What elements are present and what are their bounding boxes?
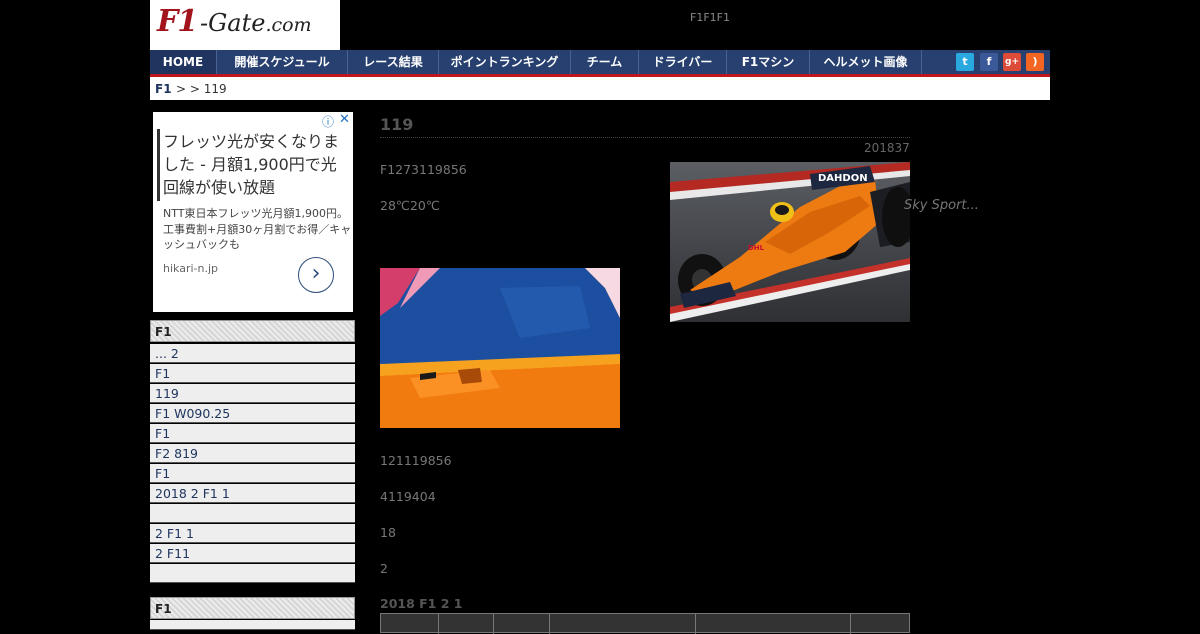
table-header-cell xyxy=(696,614,851,634)
sidebar-item[interactable]: F1 W090.25 xyxy=(150,404,355,423)
nav-point-ranking[interactable]: ポイントランキング xyxy=(439,50,571,74)
logo-gate: -Gate.com xyxy=(200,9,312,37)
car-illustration: DAHDON DHL xyxy=(670,162,910,322)
table-header-cell xyxy=(550,614,696,634)
ad-info-icon[interactable]: ⓘ xyxy=(322,113,334,130)
sidebar-item[interactable]: F1 xyxy=(150,364,355,383)
ad-domain: hikari-n.jp xyxy=(163,262,218,275)
sidebar-item[interactable]: 2 F11 xyxy=(150,544,355,563)
results-table-title: 2018 F1 2 1 xyxy=(380,596,463,611)
sidebar-heading-2: F1 xyxy=(150,597,355,619)
nav-helmet-images[interactable]: ヘルメット画像 xyxy=(810,50,922,74)
article-photo-livery[interactable] xyxy=(380,268,620,428)
sidebar-item[interactable]: ... 2 xyxy=(150,344,355,363)
article-paragraph: F1273119856 xyxy=(380,162,467,177)
sidebar-item[interactable] xyxy=(150,564,355,583)
breadcrumb-trail: > > 119 xyxy=(176,82,227,96)
main-nav: HOME 開催スケジュール レース結果 ポイントランキング チーム ドライバー … xyxy=(150,50,1050,77)
article-paragraph: 28℃20℃ xyxy=(380,198,440,213)
sidebar-item[interactable] xyxy=(150,504,355,523)
ad-accent-bar xyxy=(157,129,160,201)
nav-f1-machine[interactable]: F1マシン xyxy=(727,50,810,74)
facebook-icon[interactable]: f xyxy=(980,53,998,71)
nav-schedule[interactable]: 開催スケジュール xyxy=(217,50,348,74)
rss-icon[interactable]: ) xyxy=(1026,53,1044,71)
table-header-cell xyxy=(381,614,439,634)
car-livery-text: DHL xyxy=(748,244,765,252)
ad-banner[interactable]: フレッツ光が安くなりました - 月額1,900円で光回線が使い放題 NTT東日本… xyxy=(153,112,353,312)
nav-race-results[interactable]: レース結果 xyxy=(348,50,439,74)
table-header-cell xyxy=(439,614,494,634)
article-paragraph: 121119856 xyxy=(380,453,452,468)
breadcrumb-home-link[interactable]: F1 xyxy=(155,77,172,101)
article-title: 119 xyxy=(380,115,910,138)
photo-caption: Sky Sport... xyxy=(904,198,979,213)
site-tagline: F1F1F1 xyxy=(690,11,730,24)
ad-arrow-icon[interactable]: › xyxy=(298,257,334,293)
google-plus-icon[interactable]: g+ xyxy=(1003,53,1021,71)
results-table-header xyxy=(380,613,910,634)
sidebar-item[interactable]: F1 xyxy=(150,424,355,443)
article-paragraph: 18 xyxy=(380,525,396,540)
ad-headline[interactable]: フレッツ光が安くなりました - 月額1,900円で光回線が使い放題 xyxy=(163,130,349,199)
sidebar-item[interactable]: 119 xyxy=(150,384,355,403)
article-paragraph: 2 xyxy=(380,561,388,576)
ad-close-icon[interactable]: ✕ xyxy=(339,112,350,127)
table-header-cell xyxy=(494,614,550,634)
nav-driver[interactable]: ドライバー xyxy=(639,50,727,74)
article-paragraph: 4119404 xyxy=(380,489,436,504)
article-photo-car[interactable]: DAHDON DHL xyxy=(670,162,910,322)
page: F1 -Gate.com F1F1F1 HOME 開催スケジュール レース結果 … xyxy=(150,0,1050,634)
nav-home[interactable]: HOME xyxy=(150,50,217,74)
sidebar-item[interactable]: F1 xyxy=(150,464,355,483)
livery-illustration xyxy=(380,268,620,428)
article-date: 201837 xyxy=(864,141,910,155)
nav-team[interactable]: チーム xyxy=(571,50,639,74)
car-sponsor-text: DAHDON xyxy=(818,173,868,184)
site-logo[interactable]: F1 -Gate.com xyxy=(150,0,340,50)
ad-body: NTT東日本フレッツ光月額1,900円。工事費割+月額30ヶ月割でお得／キャッシ… xyxy=(163,207,352,251)
twitter-icon[interactable]: t xyxy=(956,53,974,71)
logo-f1: F1 xyxy=(157,4,198,39)
sidebar-item[interactable]: F2 819 xyxy=(150,444,355,463)
sidebar-item[interactable] xyxy=(150,620,355,630)
sidebar-item[interactable]: 2018 2 F1 1 xyxy=(150,484,355,503)
sidebar-heading: F1 xyxy=(150,320,355,342)
breadcrumb: F1 > > 119 xyxy=(150,77,1050,100)
sidebar-item[interactable]: 2 F1 1 xyxy=(150,524,355,543)
